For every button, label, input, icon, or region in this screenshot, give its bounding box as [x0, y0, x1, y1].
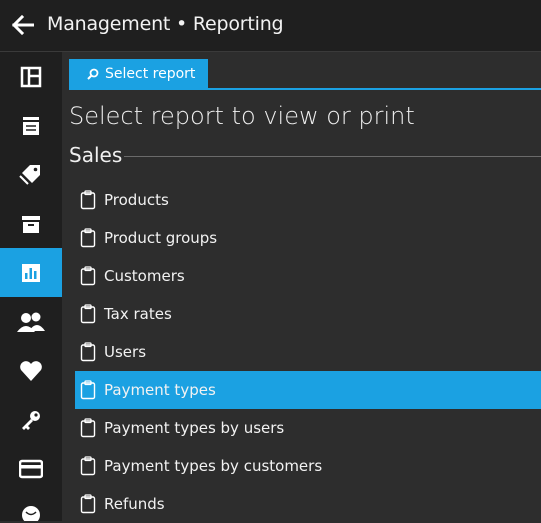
- clipboard-icon: [80, 456, 96, 476]
- tab-underline: [69, 88, 541, 90]
- report-label: Payment types by customers: [104, 457, 323, 475]
- page-title: Management • Reporting: [47, 13, 284, 35]
- sidebar-item-loyalty[interactable]: [0, 346, 62, 395]
- back-button[interactable]: [10, 12, 36, 38]
- sidebar-item-stock[interactable]: [0, 199, 62, 248]
- report-item[interactable]: Products: [75, 181, 541, 219]
- report-item[interactable]: Customers: [75, 257, 541, 295]
- globe-icon: [22, 506, 40, 521]
- tab-label: Select report: [105, 65, 196, 82]
- arrow-left-icon: [12, 15, 34, 35]
- users-icon: [17, 312, 45, 332]
- dashboard-icon: [20, 66, 42, 87]
- clipboard-icon: [80, 190, 96, 210]
- sidebar-item-reporting[interactable]: [0, 248, 62, 297]
- sidebar-item-security[interactable]: [0, 395, 62, 444]
- page-heading: Select report to view or print: [69, 102, 415, 130]
- search-icon: [87, 68, 99, 80]
- report-label: Users: [104, 343, 147, 361]
- bar-chart-icon: [22, 263, 40, 282]
- clipboard-icon: [80, 266, 96, 286]
- report-label: Customers: [104, 267, 185, 285]
- sidebar-item-dashboard[interactable]: [0, 52, 62, 101]
- report-label: Payment types by users: [104, 419, 285, 437]
- report-item[interactable]: Product groups: [75, 219, 541, 257]
- report-item[interactable]: Payment types by customers: [75, 447, 541, 485]
- sidebar-item-products[interactable]: [0, 150, 62, 199]
- report-label: Tax rates: [104, 305, 172, 323]
- document-list-icon: [23, 116, 39, 135]
- tab-select-report[interactable]: Select report: [69, 59, 208, 88]
- key-icon: [22, 410, 40, 430]
- archive-box-icon: [22, 215, 40, 233]
- heart-icon: [20, 360, 42, 381]
- sidebar-item-more[interactable]: [0, 493, 62, 521]
- report-label: Products: [104, 191, 169, 209]
- main-panel: Select report Select report to view or p…: [62, 52, 541, 521]
- sidebar-item-users[interactable]: [0, 297, 62, 346]
- clipboard-icon: [80, 304, 96, 324]
- clipboard-icon: [80, 228, 96, 248]
- report-label: Refunds: [104, 495, 165, 513]
- sidebar-item-payment[interactable]: [0, 444, 62, 493]
- price-tag-icon: [19, 164, 40, 185]
- report-item[interactable]: Payment types by users: [75, 409, 541, 447]
- clipboard-icon: [80, 494, 96, 514]
- credit-card-icon: [19, 459, 43, 478]
- section-title: Sales: [69, 143, 123, 167]
- clipboard-icon: [80, 342, 96, 362]
- report-item-selected[interactable]: Payment types: [75, 371, 541, 409]
- report-label: Payment types: [104, 381, 216, 399]
- report-item[interactable]: Refunds: [75, 485, 541, 523]
- sidebar-item-documents[interactable]: [0, 101, 62, 150]
- top-bar: Management • Reporting: [0, 0, 541, 52]
- section-divider: [124, 156, 541, 157]
- sidebar: [0, 52, 62, 521]
- report-item[interactable]: Users: [75, 333, 541, 371]
- report-label: Product groups: [104, 229, 218, 247]
- clipboard-icon: [80, 418, 96, 438]
- clipboard-icon: [80, 380, 96, 400]
- report-item[interactable]: Tax rates: [75, 295, 541, 333]
